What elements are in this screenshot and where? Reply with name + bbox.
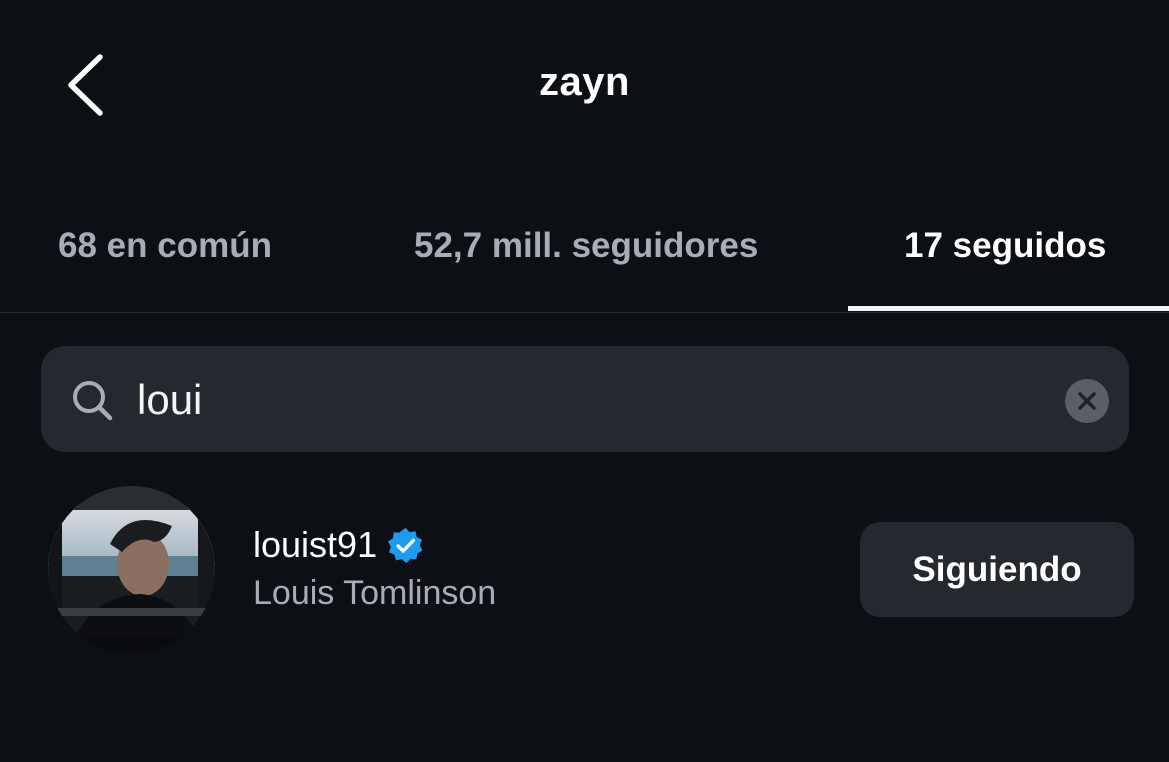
tab-bar: 68 en común 52,7 mill. seguidores 17 seg…	[0, 200, 1169, 313]
profile-link[interactable]: louist91	[253, 524, 424, 570]
avatar[interactable]	[48, 486, 215, 653]
active-tab-indicator	[848, 306, 1169, 311]
tab-mutual[interactable]: 68 en común	[58, 226, 272, 266]
close-icon	[1078, 392, 1096, 410]
full-name: Louis Tomlinson	[253, 574, 497, 612]
username: louist91	[253, 524, 378, 565]
following-button[interactable]: Siguiendo	[860, 522, 1134, 617]
header: zayn	[0, 0, 1169, 170]
clear-search-button[interactable]	[1065, 379, 1109, 423]
search-input[interactable]	[137, 371, 1037, 429]
tab-following[interactable]: 17 seguidos	[904, 226, 1106, 266]
tab-followers[interactable]: 52,7 mill. seguidores	[414, 226, 758, 266]
search-icon	[73, 381, 113, 421]
verified-badge-icon	[388, 527, 423, 563]
page-title: zayn	[539, 60, 630, 104]
